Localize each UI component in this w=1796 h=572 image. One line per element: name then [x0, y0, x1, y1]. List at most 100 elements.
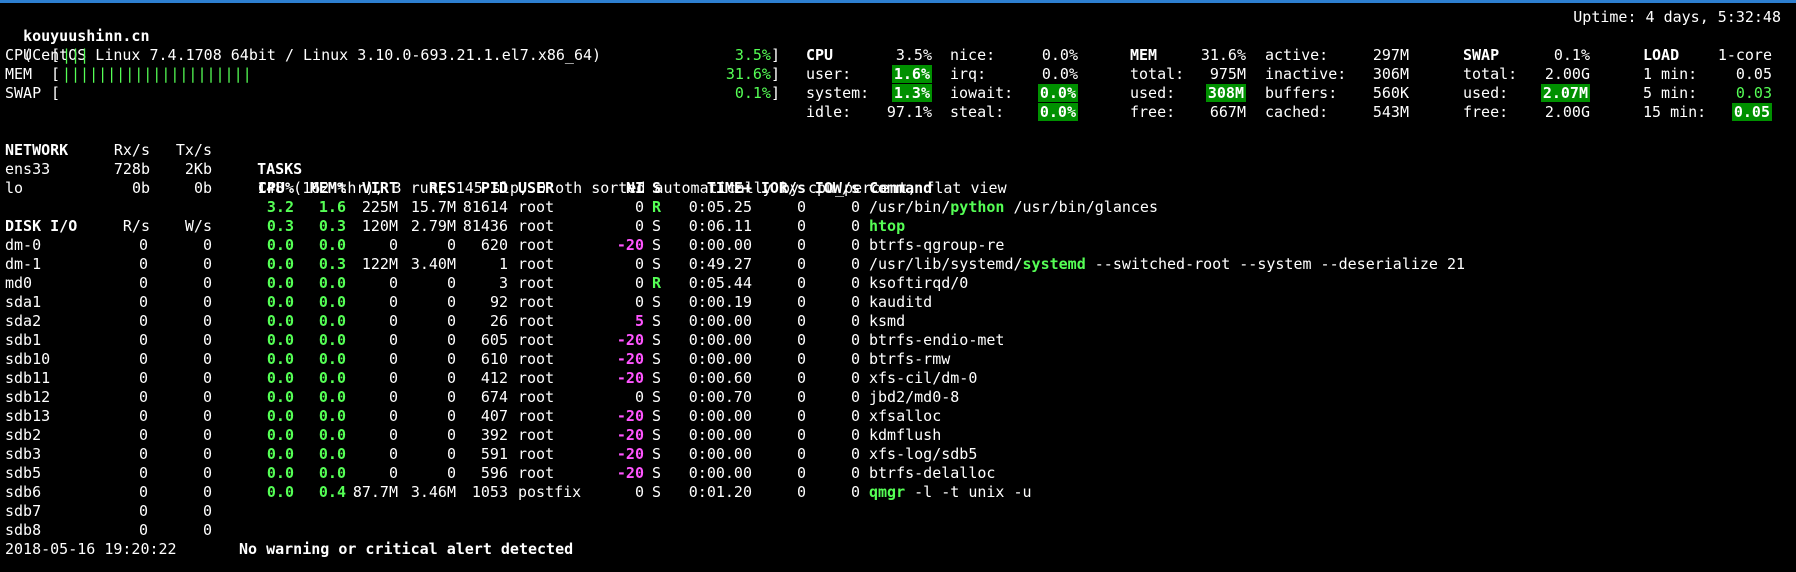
process-mem: 0.0: [318, 293, 346, 311]
process-iow: 0: [850, 407, 860, 425]
process-cmd-name: python: [950, 198, 1005, 216]
mem-buffers-value: 560K: [1372, 84, 1409, 102]
process-pid: 392: [480, 426, 508, 444]
process-res: 3.46M: [410, 483, 456, 501]
load-5min-value: 0.03: [1735, 84, 1772, 102]
process-pid: 1053: [471, 483, 508, 501]
process-virt: 0: [388, 331, 398, 349]
process-header-time: TIME+: [706, 179, 752, 197]
process-iow: 0: [850, 350, 860, 368]
process-virt: 0: [388, 388, 398, 406]
network-tx-value: 2Kb: [184, 160, 212, 178]
process-header-cmd: Command: [869, 179, 933, 197]
mem-pct: 31.6%: [1200, 46, 1246, 64]
process-res: 0: [446, 312, 456, 330]
quicklook-bar-close: ]: [770, 46, 780, 64]
process-cmd-path: xfs-log/sdb5: [869, 445, 978, 463]
process-time: 0:00.00: [688, 426, 752, 444]
process-cmd: ksoftirqd/0: [869, 274, 1769, 293]
process-ior: 0: [796, 350, 806, 368]
process-cpu: 0.0: [266, 293, 294, 311]
process-res: 3.40M: [410, 255, 456, 273]
network-rx-value: 728b: [113, 160, 150, 178]
quicklook-label: MEM: [5, 65, 33, 83]
process-s: S: [652, 312, 662, 330]
process-ior: 0: [796, 426, 806, 444]
process-time: 0:00.00: [688, 312, 752, 330]
process-iow: 0: [850, 198, 860, 216]
process-virt: 0: [388, 464, 398, 482]
network-iface-name: ens33: [5, 160, 51, 178]
process-ior: 0: [796, 217, 806, 235]
process-cmd-args: -l -t unix -u: [905, 483, 1032, 501]
process-mem: 0.0: [318, 369, 346, 387]
process-cpu: 0.0: [266, 255, 294, 273]
process-header-iow: IOW/s: [814, 179, 860, 197]
process-iow: 0: [850, 483, 860, 501]
process-cmd-path: kdmflush: [869, 426, 942, 444]
process-user: root: [518, 388, 555, 406]
process-header-pid: PID: [480, 179, 508, 197]
process-cmd-path: /usr/bin/: [869, 198, 951, 216]
process-time: 0:05.25: [688, 198, 752, 216]
process-virt: 0: [388, 407, 398, 425]
process-time: 0:00.00: [688, 445, 752, 463]
process-cpu: 0.0: [266, 445, 294, 463]
quicklook-bar-close: ]: [770, 65, 780, 83]
process-res: 0: [446, 350, 456, 368]
process-mem: 0.0: [318, 407, 346, 425]
process-virt: 0: [388, 293, 398, 311]
cpu-user-label: user:: [806, 65, 852, 83]
process-header-mem: MEM%: [309, 179, 346, 197]
process-user: root: [518, 445, 555, 463]
process-iow: 0: [850, 388, 860, 406]
process-time: 0:05.44: [688, 274, 752, 292]
process-header-ni: NI: [625, 179, 644, 197]
load-1min-label: 1 min:: [1643, 65, 1698, 83]
mem-title: MEM: [1130, 46, 1158, 64]
swap-pct: 0.1%: [1553, 46, 1590, 64]
process-row: 0.0 0.0 0 0 674 root 0 S 0:00.70 0 0 jbd2/md0-8: [0, 388, 1796, 407]
process-cpu: 0.0: [266, 274, 294, 292]
load-5min-label: 5 min:: [1643, 84, 1698, 102]
quicklook-bar: |||||||||||||||||||||: [62, 65, 252, 83]
mem-used-label: used:: [1130, 84, 1176, 102]
process-res: 0: [446, 445, 456, 463]
quicklook-bar-open: [: [51, 65, 61, 83]
process-cpu: 0.0: [266, 369, 294, 387]
process-row: 0.0 0.0 0 0 620 root -20 S 0:00.00 0 0 btrfs-qgroup…: [0, 236, 1796, 255]
process-cmd-path: xfsalloc: [869, 407, 942, 425]
process-cmd: qmgr -l -t unix -u: [869, 483, 1769, 502]
process-ni: 0: [634, 293, 644, 311]
process-mem: 0.0: [318, 426, 346, 444]
process-iow: 0: [850, 293, 860, 311]
process-mem: 0.0: [318, 274, 346, 292]
swap-total-label: total:: [1463, 65, 1518, 83]
process-ni: -20: [616, 236, 644, 254]
process-pid: 610: [480, 350, 508, 368]
process-user: root: [518, 369, 555, 387]
cpu-irq-value: 0.0%: [1041, 65, 1078, 83]
process-virt: 0: [388, 369, 398, 387]
process-cmd-path: /usr/lib/systemd/: [869, 255, 1023, 273]
process-ior: 0: [796, 255, 806, 273]
process-res: 0: [446, 236, 456, 254]
process-cpu: 0.3: [266, 217, 294, 235]
quicklook-pct: 3.5%]: [680, 46, 780, 65]
process-iow: 0: [850, 331, 860, 349]
process-cmd-path: xfs-cil/dm-0: [869, 369, 978, 387]
process-cmd-path: kauditd: [869, 293, 933, 311]
process-header-user: USER: [518, 179, 555, 197]
mem-cached-value: 543M: [1372, 103, 1409, 121]
process-header-cpu: CPU%: [257, 179, 294, 197]
process-ior: 0: [796, 483, 806, 501]
process-row: 0.0 0.0 0 0 92 root 0 S 0:00.19 0 0 kauditd: [0, 293, 1796, 312]
process-ni: -20: [616, 407, 644, 425]
process-cmd-path: btrfs-rmw: [869, 350, 951, 368]
swap-title: SWAP: [1463, 46, 1500, 64]
mem-total-value: 975M: [1209, 65, 1246, 83]
process-ni: -20: [616, 426, 644, 444]
mem-active-label: active:: [1265, 46, 1329, 64]
process-pid: 674: [480, 388, 508, 406]
process-row: 0.3 0.3 120M 2.79M 81436 root 0 S 0:06.11 0 0 htop: [0, 217, 1796, 236]
